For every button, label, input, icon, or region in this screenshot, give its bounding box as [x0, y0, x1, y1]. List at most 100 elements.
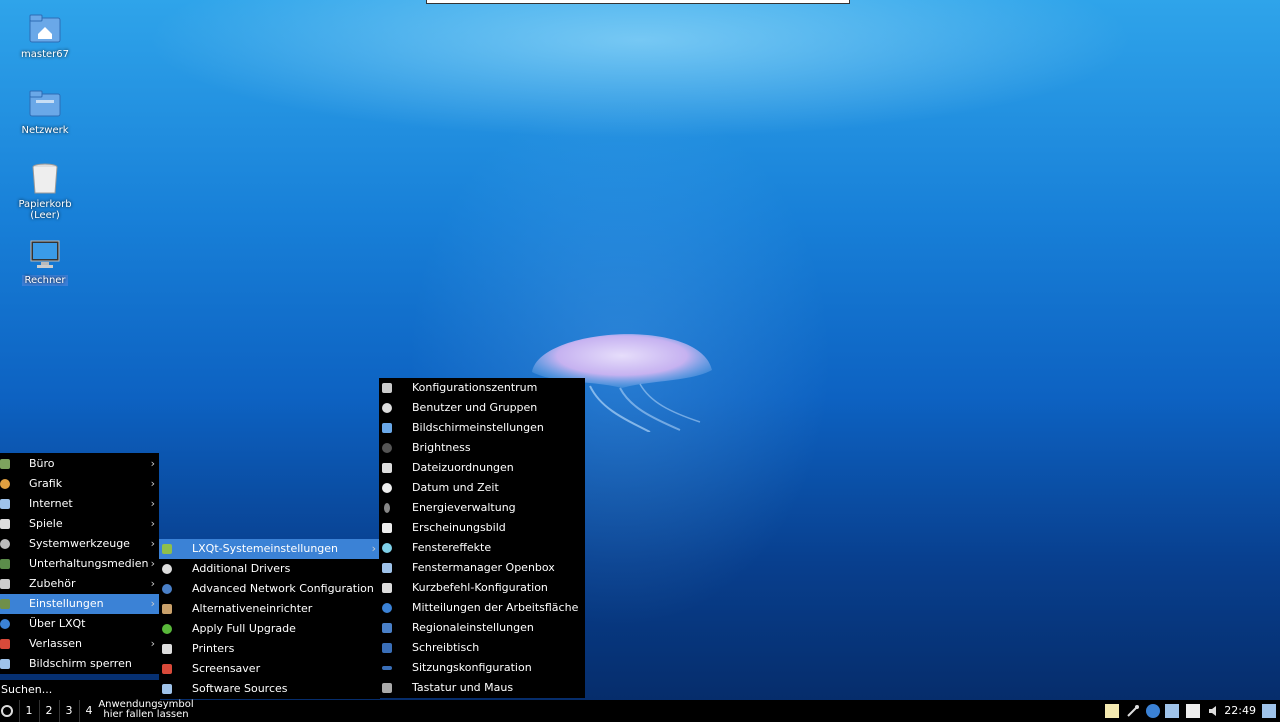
keyboard-shortcut-icon	[382, 583, 392, 593]
menu-item-spiele[interactable]: Spiele ›	[0, 514, 159, 534]
menu-item-schreibtisch[interactable]: Schreibtisch	[379, 638, 585, 658]
desktop-icon-label: Rechner	[22, 275, 68, 286]
network-icon[interactable]	[1165, 704, 1179, 718]
menu-item-tastatur-maus[interactable]: Tastatur und Maus	[379, 678, 585, 698]
settings-submenu: LXQt-Systemeinstellungen › Additional Dri…	[159, 539, 380, 699]
home-folder-icon	[29, 14, 61, 43]
menu-item-erscheinungsbild[interactable]: Erscheinungsbild	[379, 518, 585, 538]
network-folder-icon	[29, 90, 61, 117]
menu-item-fenstermanager-openbox[interactable]: Fenstermanager Openbox	[379, 558, 585, 578]
menu-item-kurzbefehl-konfiguration[interactable]: Kurzbefehl-Konfiguration	[379, 578, 585, 598]
window-icon[interactable]	[1186, 704, 1200, 718]
lxqt-settings-icon	[162, 544, 172, 554]
menu-item-energieverwaltung[interactable]: Energieverwaltung	[379, 498, 585, 518]
accessories-icon	[0, 579, 10, 589]
menu-item-systemwerkzeuge[interactable]: Systemwerkzeuge ›	[0, 534, 159, 554]
settings-icon	[0, 599, 10, 609]
tools-icon[interactable]	[1126, 704, 1140, 718]
internet-icon	[0, 499, 10, 509]
menu-item-dateizuordnungen[interactable]: Dateizuordnungen	[379, 458, 585, 478]
leave-icon	[0, 639, 10, 649]
openbox-icon	[382, 563, 392, 573]
menu-item-printers[interactable]: Printers	[159, 639, 380, 659]
menu-item-software-sources[interactable]: Software Sources	[159, 679, 380, 699]
desktop-icon-computer[interactable]: Rechner	[16, 238, 74, 286]
menu-item-screensaver[interactable]: Screensaver	[159, 659, 380, 679]
desktop-icon-label: master67	[21, 49, 69, 60]
clipboard-icon[interactable]	[1105, 704, 1119, 718]
menu-item-benutzer-gruppen[interactable]: Benutzer und Gruppen	[379, 398, 585, 418]
menu-item-mitteilungen[interactable]: Mitteilungen der Arbeitsfläche	[379, 598, 585, 618]
menu-item-zubehoer[interactable]: Zubehör ›	[0, 574, 159, 594]
info-icon	[0, 619, 10, 629]
menu-item-unterhaltungsmedien[interactable]: Unterhaltungsmedien ›	[0, 554, 159, 574]
printer-icon	[162, 644, 172, 654]
menu-item-internet[interactable]: Internet ›	[0, 494, 159, 514]
users-icon	[382, 403, 392, 413]
menu-item-konfigurationszentrum[interactable]: Konfigurationszentrum	[379, 378, 585, 398]
system-tools-icon	[0, 539, 10, 549]
main-menu: Büro › Grafik › Internet › Spiele › Systemwe…	[0, 453, 159, 674]
notification-icon	[382, 603, 392, 613]
volume-icon[interactable]	[1207, 704, 1221, 718]
games-icon	[0, 519, 10, 529]
session-icon	[382, 666, 392, 670]
lxqt-settings-submenu: Konfigurationszentrum Benutzer und Grupp…	[379, 378, 585, 698]
start-menu-icon[interactable]	[0, 703, 14, 719]
show-desktop-icon[interactable]	[1262, 704, 1276, 718]
screensaver-icon	[162, 664, 172, 674]
taskbar: 1 2 3 4 Anwendungsymbol hier fallen lass…	[0, 700, 1280, 722]
menu-item-sitzungskonfiguration[interactable]: Sitzungskonfiguration	[379, 658, 585, 678]
chevron-right-icon: ›	[150, 457, 155, 470]
menu-item-fenstereffekte[interactable]: Fenstereffekte	[379, 538, 585, 558]
workspace-3[interactable]: 3	[59, 700, 78, 722]
clock[interactable]: 22:49	[1224, 700, 1256, 722]
graphics-icon	[0, 479, 10, 489]
menu-item-brightness[interactable]: Brightness	[379, 438, 585, 458]
menu-item-bildschirmeinstellungen[interactable]: Bildschirmeinstellungen	[379, 418, 585, 438]
menu-item-datum-zeit[interactable]: Datum und Zeit	[379, 478, 585, 498]
brightness-icon	[382, 443, 392, 453]
menu-search-input[interactable]: Suchen...	[0, 680, 160, 700]
config-center-icon	[382, 383, 392, 393]
desktop-icon-label: (Leer)	[30, 210, 60, 221]
chevron-right-icon: ›	[150, 497, 155, 510]
clock-icon	[382, 483, 392, 493]
menu-item-regionaleinstellungen[interactable]: Regionaleinstellungen	[379, 618, 585, 638]
menu-item-buero[interactable]: Büro ›	[0, 454, 159, 474]
file-associations-icon	[382, 463, 392, 473]
desktop-icon-network[interactable]: Netzwerk	[16, 88, 74, 136]
update-icon[interactable]	[1146, 704, 1160, 718]
lock-screen-icon	[0, 659, 10, 669]
appearance-icon	[382, 523, 392, 533]
menu-item-ueber-lxqt[interactable]: Über LXQt	[0, 614, 159, 634]
desktop-icon-home[interactable]: master67	[16, 12, 74, 60]
menu-item-bildschirm-sperren[interactable]: Bildschirm sperren	[0, 654, 159, 674]
menu-item-lxqt-systemeinstellungen[interactable]: LXQt-Systemeinstellungen ›	[159, 539, 380, 559]
chevron-right-icon: ›	[150, 637, 155, 650]
chevron-right-icon: ›	[150, 597, 155, 610]
multimedia-icon	[0, 559, 10, 569]
office-icon	[0, 459, 10, 469]
workspace-2[interactable]: 2	[39, 700, 58, 722]
menu-item-verlassen[interactable]: Verlassen ›	[0, 634, 159, 654]
top-panel-bar	[426, 0, 850, 4]
quicklaunch-drop-hint[interactable]: Anwendungsymbol hier fallen lassen	[96, 700, 196, 720]
menu-item-einstellungen[interactable]: Einstellungen ›	[0, 594, 159, 614]
chevron-right-icon: ›	[371, 542, 376, 555]
menu-item-advanced-network[interactable]: Advanced Network Configuration	[159, 579, 380, 599]
desktop-icon-trash[interactable]: Papierkorb (Leer)	[16, 162, 74, 221]
desktop-icon	[382, 643, 392, 653]
chevron-right-icon: ›	[150, 557, 155, 570]
chevron-right-icon: ›	[150, 517, 155, 530]
menu-item-apply-full-upgrade[interactable]: Apply Full Upgrade	[159, 619, 380, 639]
menu-item-grafik[interactable]: Grafik ›	[0, 474, 159, 494]
keyboard-mouse-icon	[382, 683, 392, 693]
workspace-1[interactable]: 1	[19, 700, 38, 722]
computer-icon	[30, 240, 60, 268]
chevron-right-icon: ›	[150, 537, 155, 550]
menu-item-additional-drivers[interactable]: Additional Drivers	[159, 559, 380, 579]
monitor-icon	[382, 423, 392, 433]
menu-item-alternativeneinrichter[interactable]: Alternativeneinrichter	[159, 599, 380, 619]
drivers-icon	[162, 564, 172, 574]
